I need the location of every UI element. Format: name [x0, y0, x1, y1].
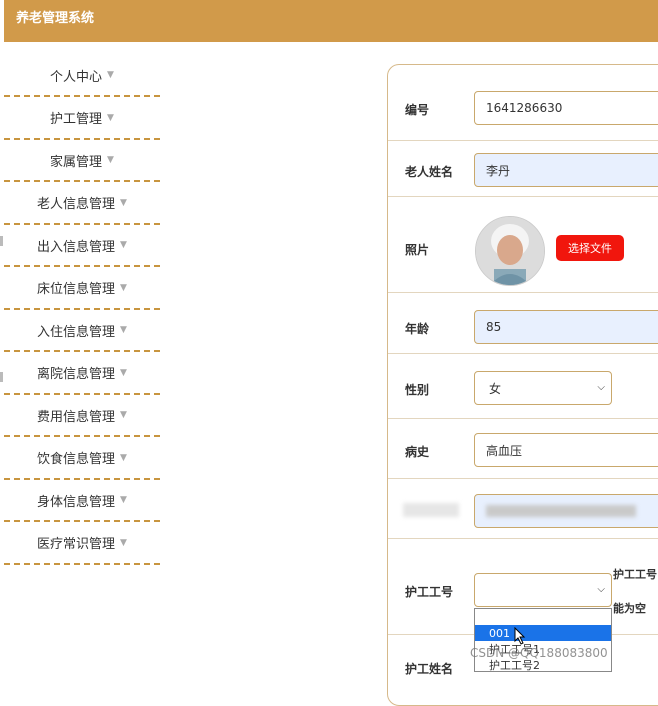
- redacted-label: [403, 503, 459, 517]
- dropdown-option[interactable]: 001: [475, 625, 611, 641]
- caret-down-icon: ▼: [120, 197, 127, 208]
- caregiver-no-label: 护工工号: [405, 585, 454, 599]
- caret-down-icon: ▼: [120, 325, 127, 335]
- caret-down-icon: ▼: [120, 367, 127, 378]
- sidebar-item-diet-info[interactable]: 饮食信息管理 ▼: [4, 438, 160, 480]
- sidebar-item-checkin-info[interactable]: 入住信息管理 ▼: [4, 310, 160, 352]
- row-divider: [388, 478, 658, 479]
- caregiver-no-select[interactable]: ⌵: [474, 573, 612, 607]
- caregiver-hint-line1: 护工工号: [613, 568, 657, 581]
- caregiver-name-label: 护工姓名: [405, 662, 454, 676]
- elder-photo: [475, 216, 545, 286]
- dropdown-option-empty[interactable]: [475, 609, 611, 625]
- age-input[interactable]: 85: [474, 310, 658, 344]
- redacted-value: [486, 505, 636, 517]
- choose-file-button[interactable]: 选择文件: [556, 235, 624, 261]
- gender-selected-value: 女: [489, 381, 502, 396]
- caregiver-no-dropdown[interactable]: 001 护工工号1 护工工号2: [474, 608, 612, 672]
- sidebar-item-personal-center[interactable]: 个人中心 ▼: [4, 55, 160, 97]
- sidebar-item-body-info[interactable]: 身体信息管理 ▼: [4, 480, 160, 522]
- elder-name-label: 老人姓名: [405, 165, 454, 179]
- sidebar-item-medical-knowledge[interactable]: 医疗常识管理 ▼: [4, 523, 160, 565]
- app-title: 养老管理系统: [16, 11, 95, 26]
- gender-label: 性别: [405, 383, 430, 397]
- caret-down-icon: ▼: [120, 410, 127, 420]
- sidebar-item-family[interactable]: 家属管理 ▼: [4, 140, 160, 182]
- id-label: 编号: [405, 103, 430, 117]
- sidebar-item-elder-info[interactable]: 老人信息管理 ▼: [4, 183, 160, 225]
- id-input[interactable]: 1641286630: [474, 91, 658, 125]
- caret-down-icon: ▼: [120, 452, 127, 463]
- age-label: 年龄: [405, 322, 430, 336]
- sidebar-item-discharge-info[interactable]: 离院信息管理 ▼: [4, 353, 160, 395]
- row-divider: [388, 538, 658, 539]
- sidebar-item-fee-info[interactable]: 费用信息管理 ▼: [4, 395, 160, 437]
- sidebar-item-bed-info[interactable]: 床位信息管理 ▼: [4, 268, 160, 310]
- chevron-down-icon: ⌵: [597, 382, 605, 393]
- history-label: 病史: [405, 445, 430, 459]
- caret-down-icon: ▼: [107, 70, 114, 80]
- photo-label: 照片: [405, 243, 430, 257]
- caret-down-icon: ▼: [107, 155, 114, 165]
- gender-select[interactable]: 女 ⌵: [474, 371, 612, 405]
- caret-down-icon: ▼: [120, 282, 127, 293]
- mouse-cursor-icon: [514, 627, 526, 645]
- caret-down-icon: ▼: [120, 537, 127, 548]
- caregiver-hint-line2: 能为空: [613, 602, 646, 615]
- watermark: CSDN @QQ188083800: [470, 646, 608, 660]
- caret-down-icon: ▼: [120, 495, 127, 505]
- chevron-down-icon: ⌵: [597, 584, 605, 595]
- history-input[interactable]: 高血压: [474, 433, 658, 467]
- sidebar-item-caregivers[interactable]: 护工管理 ▼: [4, 98, 160, 140]
- scroll-mark: [0, 372, 3, 382]
- row-divider: [388, 292, 658, 293]
- row-divider: [388, 140, 658, 141]
- caret-down-icon: ▼: [120, 240, 127, 250]
- row-divider: [388, 196, 658, 197]
- caret-down-icon: ▼: [107, 112, 114, 123]
- row-divider: [388, 418, 658, 419]
- sidebar: 个人中心 ▼ 护工管理 ▼ 家属管理 ▼ 老人信息管理 ▼ 出入信息管理 ▼ 床位信息管理…: [4, 55, 160, 565]
- sidebar-item-inout-info[interactable]: 出入信息管理 ▼: [4, 225, 160, 267]
- row-divider: [388, 353, 658, 354]
- elder-name-input[interactable]: 李丹: [474, 153, 658, 187]
- redacted-input[interactable]: [474, 494, 658, 528]
- scroll-mark: [0, 236, 3, 246]
- app-header: 养老管理系统: [4, 0, 658, 42]
